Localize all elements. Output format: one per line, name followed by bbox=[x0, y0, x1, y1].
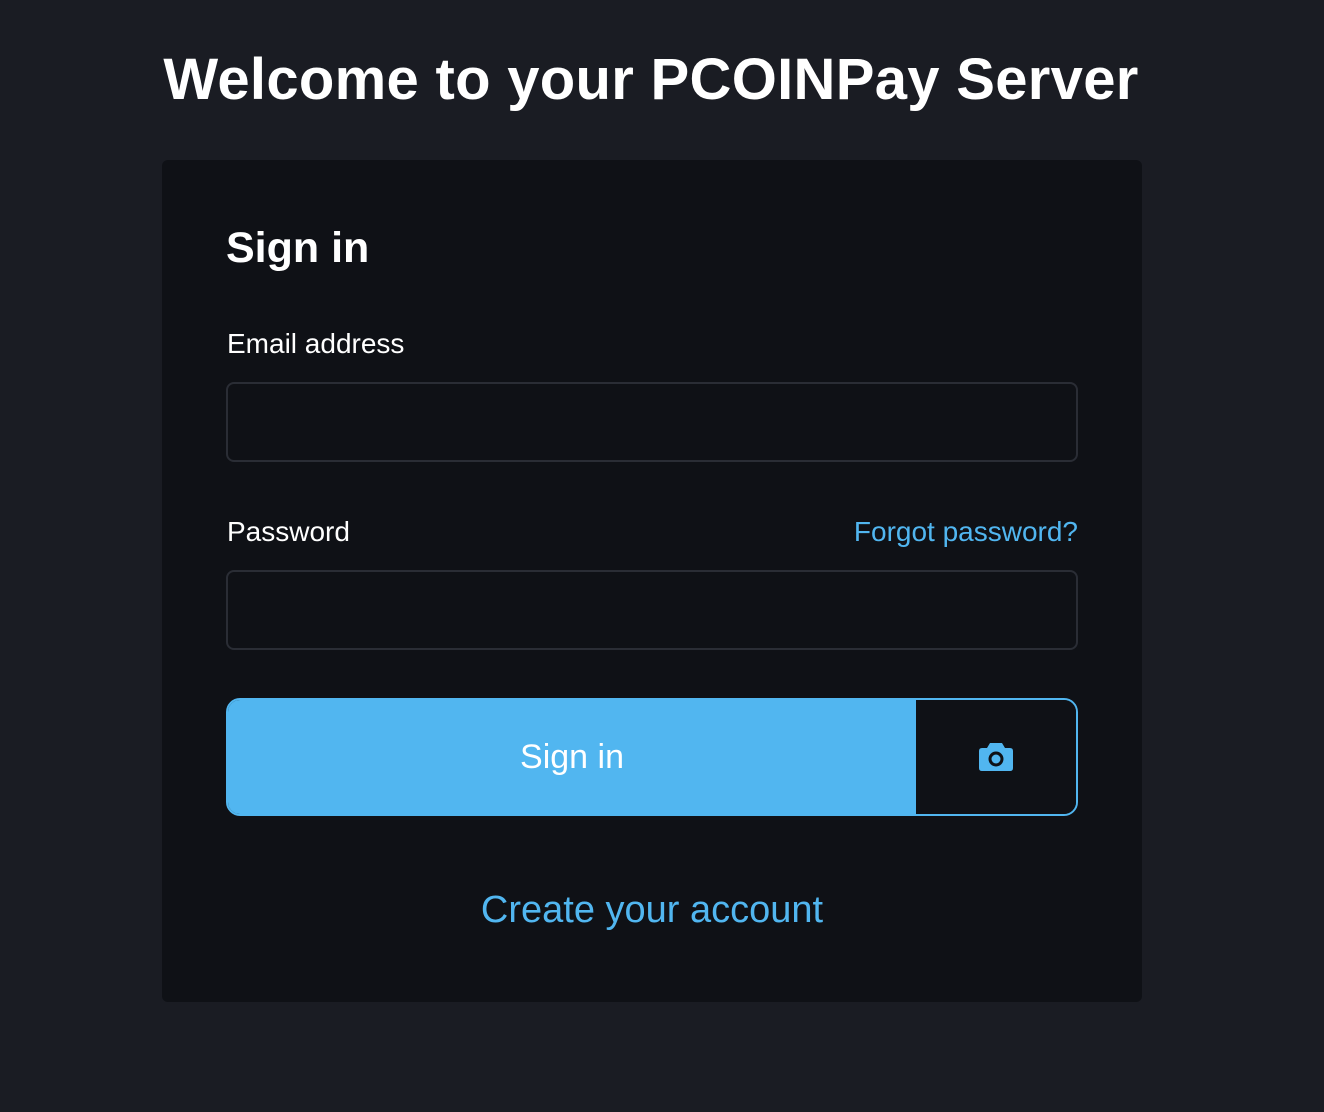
camera-login-button[interactable] bbox=[916, 700, 1076, 814]
signin-title: Sign in bbox=[226, 224, 370, 272]
email-label: Email address bbox=[227, 328, 405, 359]
password-field[interactable] bbox=[226, 570, 1078, 650]
login-page: Welcome to your PCOINPay Server Sign in … bbox=[0, 0, 1324, 1112]
forgot-password-link[interactable]: Forgot password? bbox=[854, 515, 1078, 549]
signin-button-group: Sign in bbox=[226, 698, 1078, 816]
create-account-link[interactable]: Create your account bbox=[162, 886, 1142, 934]
camera-icon bbox=[978, 740, 1014, 775]
signin-button[interactable]: Sign in bbox=[228, 700, 916, 814]
page-title: Welcome to your PCOINPay Server bbox=[163, 47, 1139, 112]
email-field[interactable] bbox=[226, 382, 1078, 462]
password-label: Password bbox=[227, 516, 350, 547]
